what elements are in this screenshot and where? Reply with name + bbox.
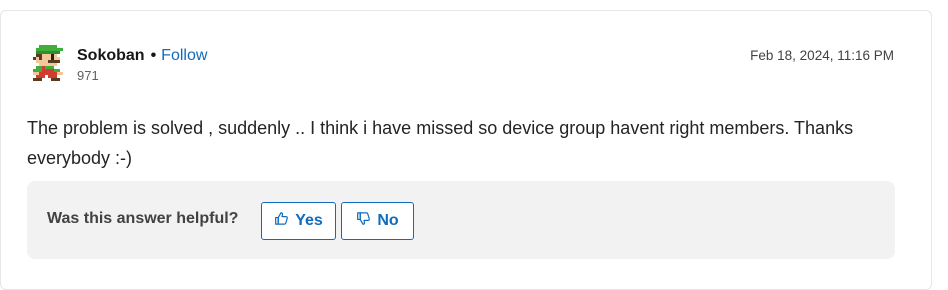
author-name[interactable]: Sokoban bbox=[77, 45, 145, 67]
helpful-no-button[interactable]: No bbox=[341, 202, 414, 240]
helpful-yes-label: Yes bbox=[295, 212, 323, 229]
feedback-panel: Was this answer helpful? Yes No bbox=[27, 181, 895, 259]
helpful-yes-button[interactable]: Yes bbox=[261, 202, 336, 240]
feedback-question: Was this answer helpful? bbox=[47, 210, 239, 227]
separator-dot: • bbox=[150, 47, 157, 64]
answer-body: The problem is solved , suddenly .. I th… bbox=[27, 118, 854, 168]
author-line: Sokoban • Follow bbox=[77, 45, 207, 67]
avatar[interactable] bbox=[30, 45, 66, 81]
follow-link[interactable]: Follow bbox=[161, 45, 207, 67]
thumbs-up-icon bbox=[274, 211, 289, 231]
helpful-no-label: No bbox=[377, 212, 399, 229]
reputation-points: 971 bbox=[77, 68, 99, 83]
post-timestamp: Feb 18, 2024, 11:16 PM bbox=[750, 48, 894, 63]
thumbs-down-icon bbox=[356, 211, 371, 231]
